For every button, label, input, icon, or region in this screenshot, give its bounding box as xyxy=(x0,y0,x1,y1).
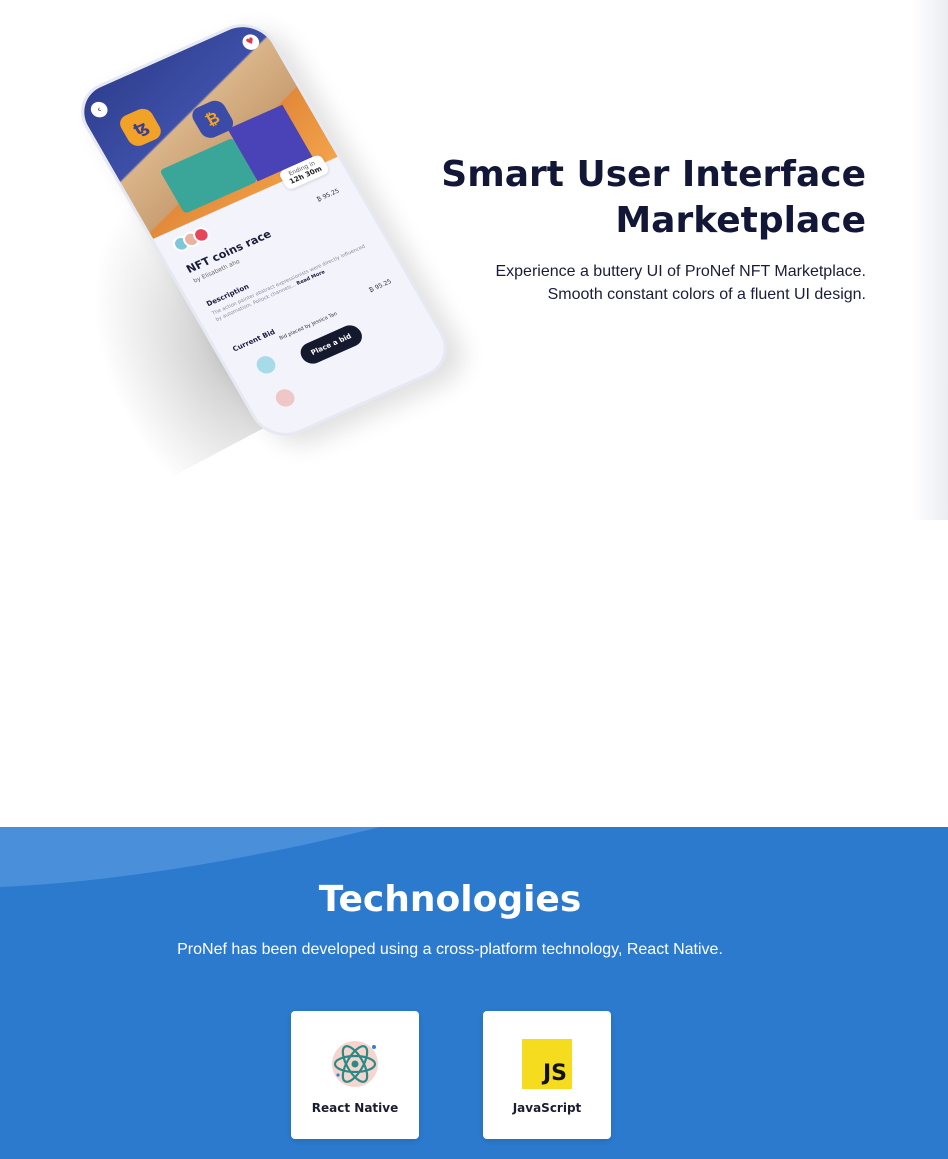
hero-title: Smart User Interface Marketplace xyxy=(406,152,866,244)
current-bid-heading: Current Bid xyxy=(231,327,277,354)
bidder-avatar xyxy=(272,386,298,410)
tezos-coin-icon: ꜩ xyxy=(116,105,165,150)
bid-price: ₿ 95.25 xyxy=(367,278,393,294)
card-label: React Native xyxy=(311,1101,399,1115)
card-label: JavaScript xyxy=(512,1101,582,1115)
owner-avatars xyxy=(169,224,213,255)
technologies-title: Technologies xyxy=(318,879,582,920)
react-native-card: React Native xyxy=(291,1011,419,1139)
hero-title-line1: Smart User Interface xyxy=(441,154,866,195)
javascript-logo-icon: JS xyxy=(522,1039,572,1089)
hero-desc-line2: Smooth constant colors of a fluent UI de… xyxy=(547,286,866,303)
nft-price: ₿ 95.25 xyxy=(315,187,341,204)
phone-mockup: ꜩ ₿ ‹ ♥ Ending in 12h 30m NFT coins race… xyxy=(40,13,460,482)
hero-description: Experience a buttery UI of ProNef NFT Ma… xyxy=(406,260,866,306)
bidder-avatar xyxy=(253,353,279,377)
hero-title-line2: Marketplace xyxy=(615,200,866,241)
bitcoin-coin-icon: ₿ xyxy=(188,97,237,142)
hero-desc-line1: Experience a buttery UI of ProNef NFT Ma… xyxy=(495,263,866,280)
technologies-section: Technologies ProNef has been developed u… xyxy=(0,827,948,1159)
javascript-card: JS JavaScript xyxy=(483,1011,611,1139)
react-logo-icon xyxy=(332,1041,378,1087)
js-logo-text: JS xyxy=(542,1061,567,1086)
technologies-description: ProNef has been developed using a cross-… xyxy=(177,941,723,958)
right-edge-shadow xyxy=(912,0,948,520)
nft-artwork: ꜩ ₿ xyxy=(72,17,338,239)
